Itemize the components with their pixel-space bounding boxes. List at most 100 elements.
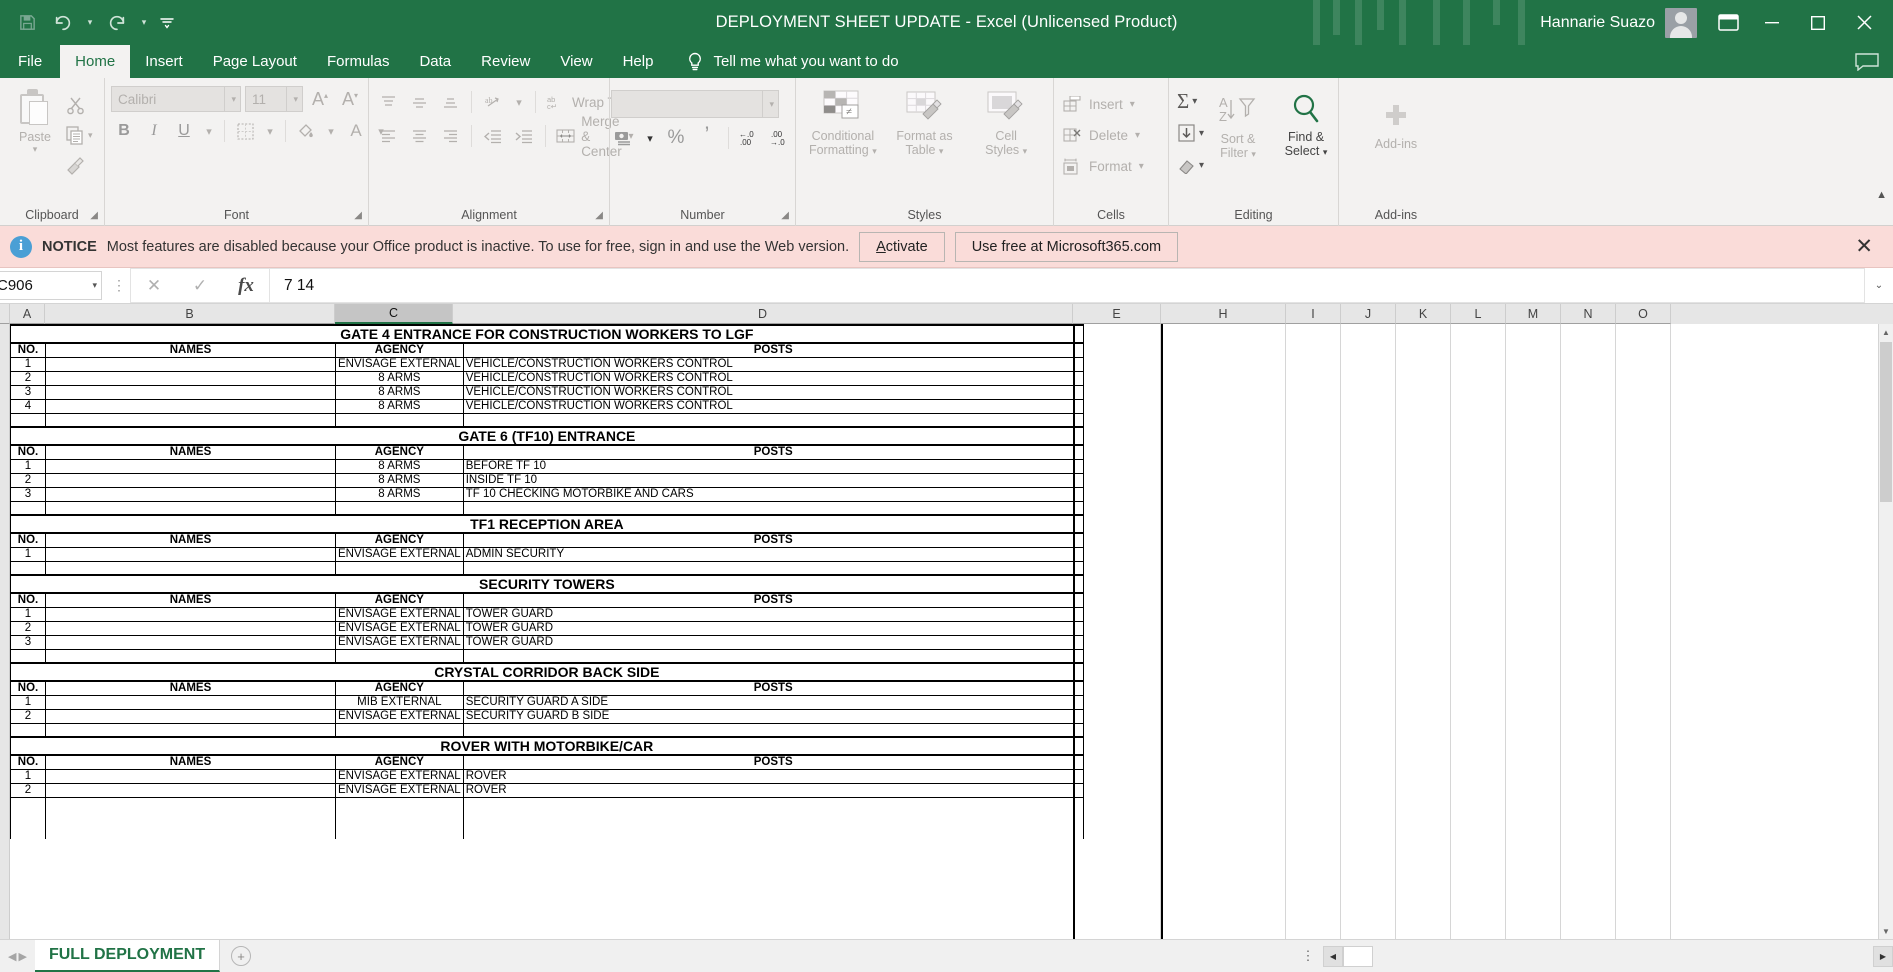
accounting-dropdown-icon[interactable]: ▾ [642,125,658,151]
column-header-no[interactable]: NO. [11,681,46,695]
vertical-scrollbar[interactable]: ▲ ▼ [1878,324,1893,939]
decrease-decimal-button[interactable]: .00→.0 [768,125,794,151]
cell-posts[interactable]: SECURITY GUARD A SIDE [463,695,1083,709]
column-header-no[interactable]: NO. [11,533,46,547]
cell-blank[interactable] [46,825,336,839]
cell-no[interactable]: 2 [11,783,46,797]
cell-blank[interactable] [11,649,46,663]
format-dropdown-icon[interactable]: ▾ [1139,161,1144,172]
column-header-no[interactable]: NO. [11,445,46,459]
cell-names[interactable] [46,473,336,487]
column-header-no[interactable]: NO. [11,343,46,357]
top-align-button[interactable] [375,89,401,115]
bold-button[interactable]: B [111,118,137,144]
paste-button[interactable]: Paste ▾ [6,84,64,155]
cell-blank[interactable] [336,649,464,663]
table-row[interactable]: 1ENVISAGE EXTERNALTOWER GUARD [11,607,1084,621]
cell-blank[interactable] [11,413,46,427]
format-cells-button[interactable]: Format ▾ [1060,152,1147,180]
insert-dropdown-icon[interactable]: ▾ [1130,99,1135,110]
horizontal-scroll-thumb[interactable] [1343,946,1373,967]
name-box[interactable]: C906 ▾ [0,271,102,300]
cell-posts[interactable]: VEHICLE/CONSTRUCTION WORKERS CONTROL [463,371,1083,385]
column-header-names[interactable]: NAMES [46,681,336,695]
column-header-agency[interactable]: AGENCY [336,343,464,357]
comments-icon[interactable] [1855,45,1893,78]
undo-dropdown-icon[interactable]: ▾ [82,6,98,40]
sort-filter-button[interactable]: AZ Sort &Filter ▾ [1210,86,1266,180]
column-header-A[interactable]: A [10,304,45,324]
column-header-no[interactable]: NO. [11,755,46,769]
cell-posts[interactable]: TOWER GUARD [463,607,1083,621]
table-row[interactable]: 2 ENVISAGE EXTERNALROVER [11,783,1084,797]
table-row[interactable]: 4 8 ARMSVEHICLE/CONSTRUCTION WORKERS CONT… [11,399,1084,413]
fill-color-dropdown-icon[interactable]: ▾ [323,118,339,144]
font-name-dropdown-icon[interactable]: ▾ [224,87,236,111]
cell-blank[interactable] [46,797,336,811]
cell-blank[interactable] [336,561,464,575]
autosum-dropdown-icon[interactable]: ▾ [1192,96,1197,107]
column-header-posts[interactable]: POSTS [463,755,1083,769]
column-header-O[interactable]: O [1616,304,1671,324]
cell-blank[interactable] [463,649,1083,663]
bottom-align-button[interactable] [437,89,463,115]
section-title[interactable]: ROVER WITH MOTORBIKE/CAR [11,737,1084,755]
cell-agency[interactable]: 8 ARMS [336,399,464,413]
cell-blank[interactable] [463,561,1083,575]
find-select-button[interactable]: Find &Select ▾ [1270,86,1342,180]
cell-blank[interactable] [46,811,336,825]
sheet-next-icon[interactable]: ▶ [18,950,26,963]
font-size-dropdown-icon[interactable]: ▾ [286,87,298,111]
column-header-no[interactable]: NO. [11,593,46,607]
column-header-posts[interactable]: POSTS [463,445,1083,459]
column-header-posts[interactable]: POSTS [463,681,1083,695]
cell-no[interactable]: 2 [11,371,46,385]
table-row[interactable]: 3ENVISAGE EXTERNALTOWER GUARD [11,635,1084,649]
cell-no[interactable]: 1 [11,769,46,783]
cell-blank[interactable] [11,811,46,825]
cell-posts[interactable]: ROVER [463,783,1083,797]
cell-no[interactable]: 3 [11,635,46,649]
tell-me-box[interactable]: Tell me what you want to do [686,45,898,78]
cell-blank[interactable] [46,723,336,737]
cell-no[interactable]: 4 [11,399,46,413]
insert-cells-button[interactable]: Insert ▾ [1060,90,1147,118]
tab-view[interactable]: View [545,45,607,78]
middle-align-button[interactable] [406,89,432,115]
tab-data[interactable]: Data [404,45,466,78]
increase-font-size-button[interactable]: A▴ [307,86,333,112]
formula-bar-grip[interactable]: ⋮ [108,268,130,303]
cell-posts[interactable]: INSIDE TF 10 [463,473,1083,487]
alignment-dialog-launcher-icon[interactable]: ◢ [595,210,603,221]
column-header-I[interactable]: I [1286,304,1341,324]
cell-blank[interactable] [11,825,46,839]
column-header-posts[interactable]: POSTS [463,593,1083,607]
cell-names[interactable] [46,399,336,413]
cell-no[interactable]: 2 [11,473,46,487]
column-header-L[interactable]: L [1451,304,1506,324]
cell-agency[interactable]: 8 ARMS [336,371,464,385]
column-header-agency[interactable]: AGENCY [336,593,464,607]
confirm-entry-icon[interactable]: ✓ [177,269,223,302]
cell-blank[interactable] [11,501,46,515]
cell-posts[interactable]: VEHICLE/CONSTRUCTION WORKERS CONTROL [463,399,1083,413]
tab-formulas[interactable]: Formulas [312,45,405,78]
cell-blank[interactable] [336,723,464,737]
number-format-dropdown-icon[interactable]: ▾ [762,91,774,117]
table-row[interactable]: 2ENVISAGE EXTERNALTOWER GUARD [11,621,1084,635]
cell-blank[interactable] [11,723,46,737]
delete-cells-button[interactable]: Delete ▾ [1060,121,1147,149]
number-format-box[interactable]: ▾ [611,90,779,118]
section-title[interactable]: GATE 6 (TF10) ENTRANCE [11,427,1084,445]
table-row[interactable]: 1ENVISAGE EXTERNALVEHICLE/CONSTRUCTION W… [11,357,1084,371]
cell-agency[interactable]: 8 ARMS [336,385,464,399]
cell-no[interactable]: 1 [11,695,46,709]
cell-names[interactable] [46,547,336,561]
table-row[interactable]: 2 8 ARMSVEHICLE/CONSTRUCTION WORKERS CONT… [11,371,1084,385]
formula-input[interactable]: 7 14 [269,268,1865,303]
sheet-cells-area[interactable]: GATE 4 ENTRANCE FOR CONSTRUCTION WORKERS… [10,324,1893,939]
sheet-tab-full-deployment[interactable]: FULL DEPLOYMENT [35,940,220,972]
cell-agency[interactable]: ENVISAGE EXTERNAL [336,769,464,783]
column-header-B[interactable]: B [45,304,335,324]
cell-agency[interactable]: ENVISAGE EXTERNAL [336,783,464,797]
